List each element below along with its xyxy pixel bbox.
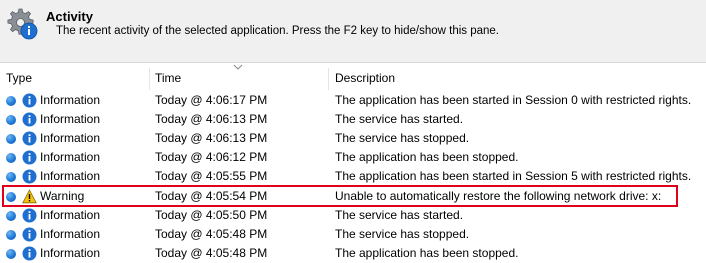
entry-time: Today @ 4:05:55 PM [155, 169, 268, 183]
info-icon [22, 169, 37, 184]
entry-description: The service has stopped. [335, 131, 470, 145]
info-icon [22, 93, 37, 108]
info-icon [22, 150, 37, 165]
column-header-time[interactable]: Time [155, 68, 181, 88]
column-header-row: Type Time Description [0, 68, 706, 90]
entry-description: The application has been started in Sess… [335, 93, 692, 107]
list-item[interactable]: Information Today @ 4:06:13 PM The servi… [0, 129, 706, 148]
entry-description: The application has been started in Sess… [335, 169, 692, 183]
entry-type: Information [40, 112, 101, 126]
status-dot-icon [6, 211, 16, 221]
pane-title: Activity [46, 9, 93, 24]
info-icon [22, 227, 37, 242]
column-separator[interactable] [149, 68, 150, 90]
info-icon [22, 208, 37, 223]
entry-type: Information [40, 246, 101, 260]
status-dot-icon [6, 96, 16, 106]
status-dot-icon [6, 249, 16, 259]
entry-type: Information [40, 131, 101, 145]
entry-description: The service has started. [335, 112, 464, 126]
status-dot-icon [6, 230, 16, 240]
status-dot-icon [6, 153, 16, 163]
status-dot-icon [6, 134, 16, 144]
entry-type: Information [40, 208, 101, 222]
list-item[interactable]: Information Today @ 4:06:13 PM The servi… [0, 110, 706, 129]
column-separator[interactable] [328, 68, 329, 90]
status-dot-icon [6, 115, 16, 125]
entry-time: Today @ 4:05:50 PM [155, 208, 268, 222]
entry-description: The service has started. [335, 208, 464, 222]
entry-description: The service has stopped. [335, 227, 470, 241]
list-item[interactable]: Information Today @ 4:06:17 PM The appli… [0, 91, 706, 110]
entry-time: Today @ 4:06:13 PM [155, 131, 268, 145]
status-dot-icon [6, 172, 16, 182]
info-icon [22, 112, 37, 127]
column-header-type[interactable]: Type [6, 68, 32, 88]
entry-time: Today @ 4:05:48 PM [155, 246, 268, 260]
entry-type: Information [40, 150, 101, 164]
entry-time: Today @ 4:06:12 PM [155, 150, 268, 164]
entry-type: Information [40, 227, 101, 241]
info-icon [22, 246, 37, 261]
entry-description: The application has been stopped. [335, 246, 519, 260]
entry-type: Information [40, 169, 101, 183]
list-item[interactable]: Information Today @ 4:05:55 PM The appli… [0, 167, 706, 186]
list-item[interactable]: Information Today @ 4:05:50 PM The servi… [0, 206, 706, 225]
list-item[interactable]: Information Today @ 4:06:12 PM The appli… [0, 148, 706, 167]
list-item[interactable]: Information Today @ 4:05:48 PM The servi… [0, 225, 706, 244]
activity-header: Activity The recent activity of the sele… [0, 0, 706, 63]
entry-time: Today @ 4:05:48 PM [155, 227, 268, 241]
list-item[interactable]: Information Today @ 4:05:48 PM The appli… [0, 244, 706, 263]
entry-description: The application has been stopped. [335, 150, 519, 164]
warning-highlight-box [2, 185, 678, 207]
gear-info-icon [7, 8, 38, 40]
entry-time: Today @ 4:06:13 PM [155, 112, 268, 126]
entry-time: Today @ 4:06:17 PM [155, 93, 268, 107]
column-header-description[interactable]: Description [335, 68, 395, 88]
entry-type: Information [40, 93, 101, 107]
pane-subtitle: The recent activity of the selected appl… [56, 25, 499, 37]
info-icon [22, 131, 37, 146]
